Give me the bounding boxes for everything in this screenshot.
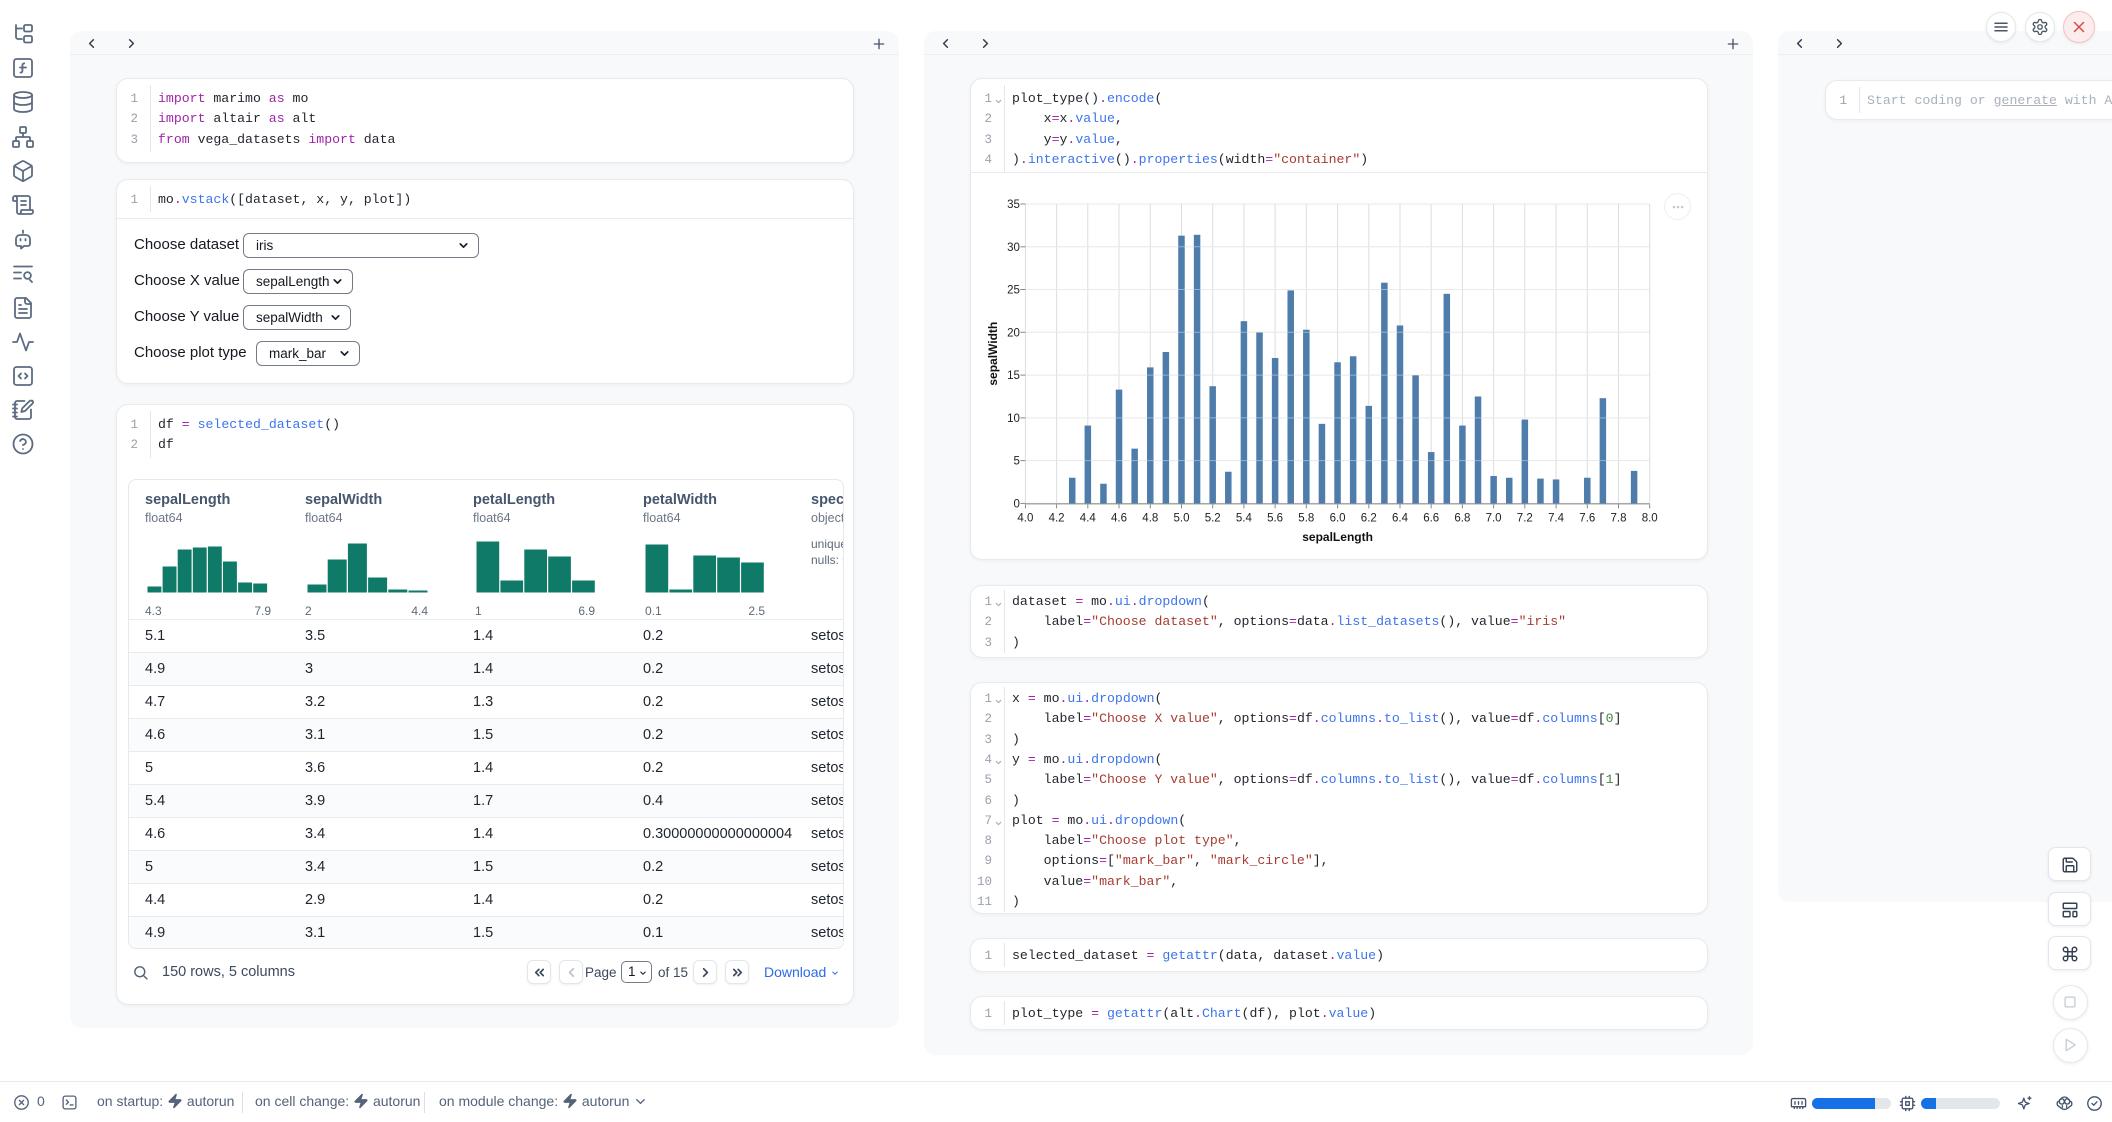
svg-text:5.4: 5.4 [1236,512,1253,524]
svg-text:35: 35 [1007,199,1020,211]
svg-text:0: 0 [1013,498,1019,510]
svg-text:5.2: 5.2 [1205,512,1221,524]
svg-text:30: 30 [1007,242,1020,254]
svg-text:sepalWidth: sepalWidth [986,322,1000,386]
svg-text:7.8: 7.8 [1611,512,1627,524]
svg-text:7.6: 7.6 [1579,512,1595,524]
svg-text:5.0: 5.0 [1174,512,1190,524]
svg-text:6.6: 6.6 [1423,512,1439,524]
svg-text:4.8: 4.8 [1142,512,1158,524]
svg-text:15: 15 [1007,370,1020,382]
svg-text:7.4: 7.4 [1548,512,1565,524]
svg-text:5: 5 [1013,456,1019,468]
svg-text:sepalLength: sepalLength [1302,530,1373,544]
svg-text:6.8: 6.8 [1454,512,1470,524]
svg-text:4.0: 4.0 [1017,512,1033,524]
svg-text:6.0: 6.0 [1330,512,1346,524]
svg-text:6.4: 6.4 [1392,512,1409,524]
svg-text:4.4: 4.4 [1080,512,1097,524]
svg-text:10: 10 [1007,413,1020,425]
svg-text:20: 20 [1007,327,1020,339]
svg-text:5.8: 5.8 [1298,512,1314,524]
svg-text:8.0: 8.0 [1642,512,1658,524]
svg-text:7.2: 7.2 [1517,512,1533,524]
svg-text:7.0: 7.0 [1486,512,1502,524]
svg-text:25: 25 [1007,285,1020,297]
svg-text:4.2: 4.2 [1049,512,1065,524]
svg-text:6.2: 6.2 [1361,512,1377,524]
svg-text:5.6: 5.6 [1267,512,1283,524]
svg-text:4.6: 4.6 [1111,512,1127,524]
